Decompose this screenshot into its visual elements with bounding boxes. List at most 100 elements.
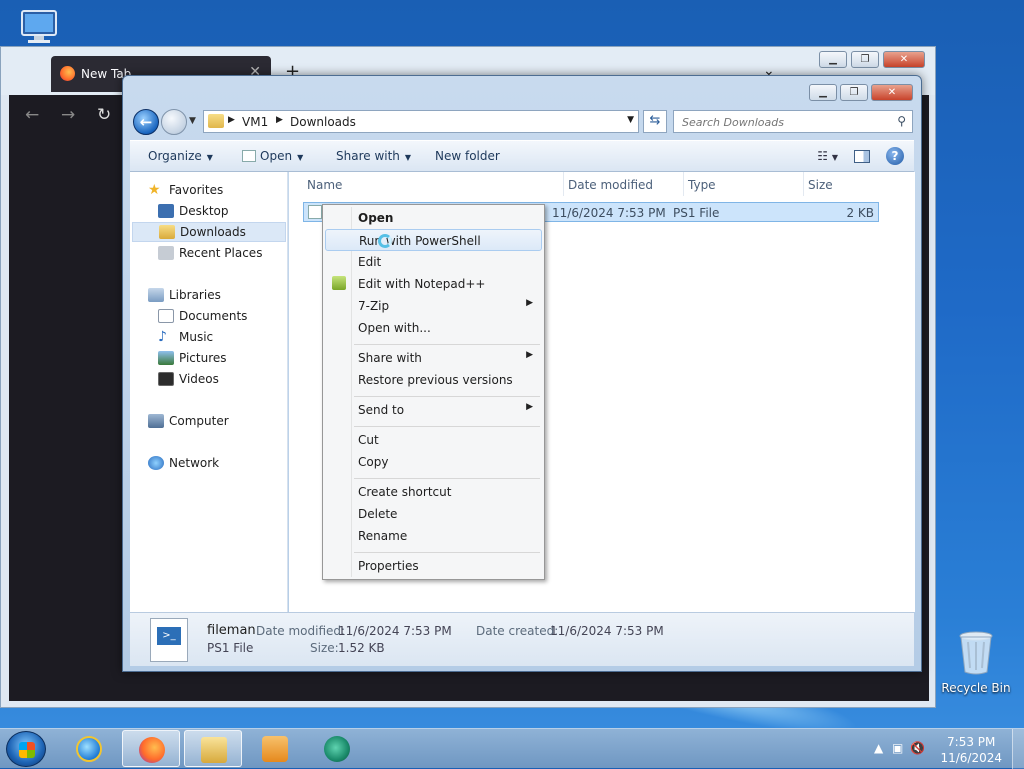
- music-icon: ♪: [158, 329, 167, 345]
- nav-label: Videos: [179, 372, 219, 386]
- start-button[interactable]: [6, 731, 46, 767]
- computer-desktop-icon[interactable]: [14, 8, 64, 49]
- menu-item-run-with-powershell[interactable]: Run with PowerShell: [325, 229, 542, 251]
- share-with-button[interactable]: Share with ▼: [336, 149, 411, 163]
- column-size[interactable]: Size: [808, 178, 833, 192]
- breadcrumb-downloads[interactable]: Downloads: [290, 115, 356, 129]
- network-tray-icon[interactable]: ▣: [892, 741, 903, 755]
- menu-item-send-to[interactable]: Send to ▶: [325, 399, 542, 421]
- close-button[interactable]: ✕: [871, 84, 913, 101]
- reload-icon[interactable]: ↻: [97, 105, 111, 125]
- back-icon[interactable]: ←: [25, 105, 39, 125]
- navigation-pane: ★ Favorites Desktop Downloads Recent Plac…: [130, 172, 288, 612]
- nav-recent-places[interactable]: Recent Places: [158, 243, 262, 263]
- nav-computer[interactable]: Computer: [148, 411, 229, 431]
- nav-documents[interactable]: Documents: [158, 306, 247, 326]
- menu-item-rename[interactable]: Rename: [325, 525, 542, 547]
- organize-label: Organize: [148, 149, 202, 163]
- maximize-button[interactable]: ❐: [851, 51, 879, 68]
- menu-item-properties[interactable]: Properties: [325, 555, 542, 577]
- help-icon[interactable]: ?: [886, 147, 904, 165]
- nav-favorites[interactable]: ★ Favorites: [148, 180, 223, 200]
- column-separator[interactable]: [803, 172, 804, 196]
- show-hidden-icons-icon[interactable]: ▲: [874, 741, 883, 755]
- recent-pages-dropdown[interactable]: ▼: [189, 116, 196, 126]
- minimize-button[interactable]: ▁: [819, 51, 847, 68]
- change-view-icon[interactable]: ☷ ▼: [817, 149, 838, 163]
- menu-item-edit[interactable]: Edit: [325, 251, 542, 273]
- menu-item-share-with[interactable]: Share with ▶: [325, 347, 542, 369]
- back-button[interactable]: ←: [133, 109, 159, 135]
- nav-label: Pictures: [179, 351, 227, 365]
- nav-desktop[interactable]: Desktop: [158, 201, 229, 221]
- menu-item-cut[interactable]: Cut: [325, 429, 542, 451]
- nav-libraries[interactable]: Libraries: [148, 285, 221, 305]
- show-desktop-button[interactable]: [1012, 729, 1024, 769]
- menu-item-edit-with-notepadpp[interactable]: Edit with Notepad++: [325, 273, 542, 295]
- address-row: ← ▼ ▶ VM1 ▶ Downloads ▼ ⇆ ⚲: [131, 109, 915, 135]
- clock[interactable]: 7:53 PM 11/6/2024: [940, 734, 1002, 766]
- volume-muted-icon[interactable]: 🔇: [910, 741, 925, 755]
- nav-downloads[interactable]: Downloads: [132, 222, 286, 242]
- details-size: 1.52 KB: [338, 641, 385, 655]
- nav-pictures[interactable]: Pictures: [158, 348, 227, 368]
- taskbar-internet-explorer[interactable]: [60, 730, 118, 767]
- column-date-modified[interactable]: Date modified: [568, 178, 653, 192]
- menu-item-7zip[interactable]: 7-Zip ▶: [325, 295, 542, 317]
- menu-item-delete[interactable]: Delete: [325, 503, 542, 525]
- folder-icon: [208, 114, 224, 128]
- monitor-icon: [21, 10, 57, 43]
- address-bar[interactable]: ▶ VM1 ▶ Downloads ▼: [203, 110, 639, 133]
- nav-network[interactable]: Network: [148, 453, 219, 473]
- details-date-created-label: Date created:: [476, 624, 559, 638]
- address-dropdown-icon[interactable]: ▼: [627, 115, 634, 125]
- recycle-bin-icon[interactable]: Recycle Bin: [940, 630, 1012, 695]
- taskbar-app[interactable]: [308, 730, 366, 767]
- maximize-button[interactable]: ❐: [840, 84, 868, 101]
- star-icon: ★: [148, 182, 161, 198]
- menu-item-open-with[interactable]: Open with...: [325, 317, 542, 339]
- clock-time: 7:53 PM: [947, 735, 996, 749]
- new-folder-button[interactable]: New folder: [435, 149, 500, 163]
- nav-music[interactable]: ♪ Music: [158, 327, 213, 347]
- close-button[interactable]: ✕: [883, 51, 925, 68]
- menu-label: Restore previous versions: [358, 373, 513, 387]
- column-separator[interactable]: [683, 172, 684, 196]
- menu-label: Delete: [358, 507, 398, 521]
- minimize-button[interactable]: ▁: [809, 84, 837, 101]
- menu-item-open[interactable]: Open: [325, 207, 542, 229]
- nav-videos[interactable]: Videos: [158, 369, 219, 389]
- busy-cursor-icon: [378, 234, 392, 248]
- preview-pane-icon[interactable]: [854, 149, 870, 163]
- search-box[interactable]: ⚲: [673, 110, 913, 133]
- refresh-button[interactable]: ⇆: [643, 110, 667, 133]
- taskbar-firefox[interactable]: [122, 730, 180, 767]
- breadcrumb-separator-icon[interactable]: ▶: [276, 115, 283, 125]
- menu-label: Open: [358, 211, 394, 225]
- details-size-label: Size:: [310, 641, 339, 655]
- open-button[interactable]: Open ▼: [242, 149, 303, 163]
- details-date-created: 11/6/2024 7:53 PM: [550, 624, 664, 638]
- column-name[interactable]: Name: [307, 178, 342, 192]
- taskbar-explorer[interactable]: [184, 730, 242, 767]
- forward-icon[interactable]: →: [61, 105, 75, 125]
- organize-button[interactable]: Organize ▼: [148, 149, 213, 163]
- search-input[interactable]: [680, 112, 890, 132]
- menu-label: Create shortcut: [358, 485, 452, 499]
- search-icon[interactable]: ⚲: [897, 114, 906, 128]
- menu-item-copy[interactable]: Copy: [325, 451, 542, 473]
- share-with-label: Share with: [336, 149, 400, 163]
- ps1-file-icon: [308, 205, 322, 219]
- network-icon: [148, 456, 164, 470]
- column-separator[interactable]: [563, 172, 564, 196]
- breadcrumb-separator-icon[interactable]: ▶: [228, 115, 235, 125]
- taskbar-media-player[interactable]: [246, 730, 304, 767]
- details-file-name: fileman: [207, 623, 256, 638]
- details-file-type: PS1 File: [207, 641, 254, 655]
- breadcrumb-vm1[interactable]: VM1: [242, 115, 268, 129]
- forward-button[interactable]: [161, 109, 187, 135]
- firefox-icon: [139, 737, 165, 763]
- column-type[interactable]: Type: [688, 178, 716, 192]
- menu-item-restore-previous-versions[interactable]: Restore previous versions: [325, 369, 542, 391]
- menu-item-create-shortcut[interactable]: Create shortcut: [325, 481, 542, 503]
